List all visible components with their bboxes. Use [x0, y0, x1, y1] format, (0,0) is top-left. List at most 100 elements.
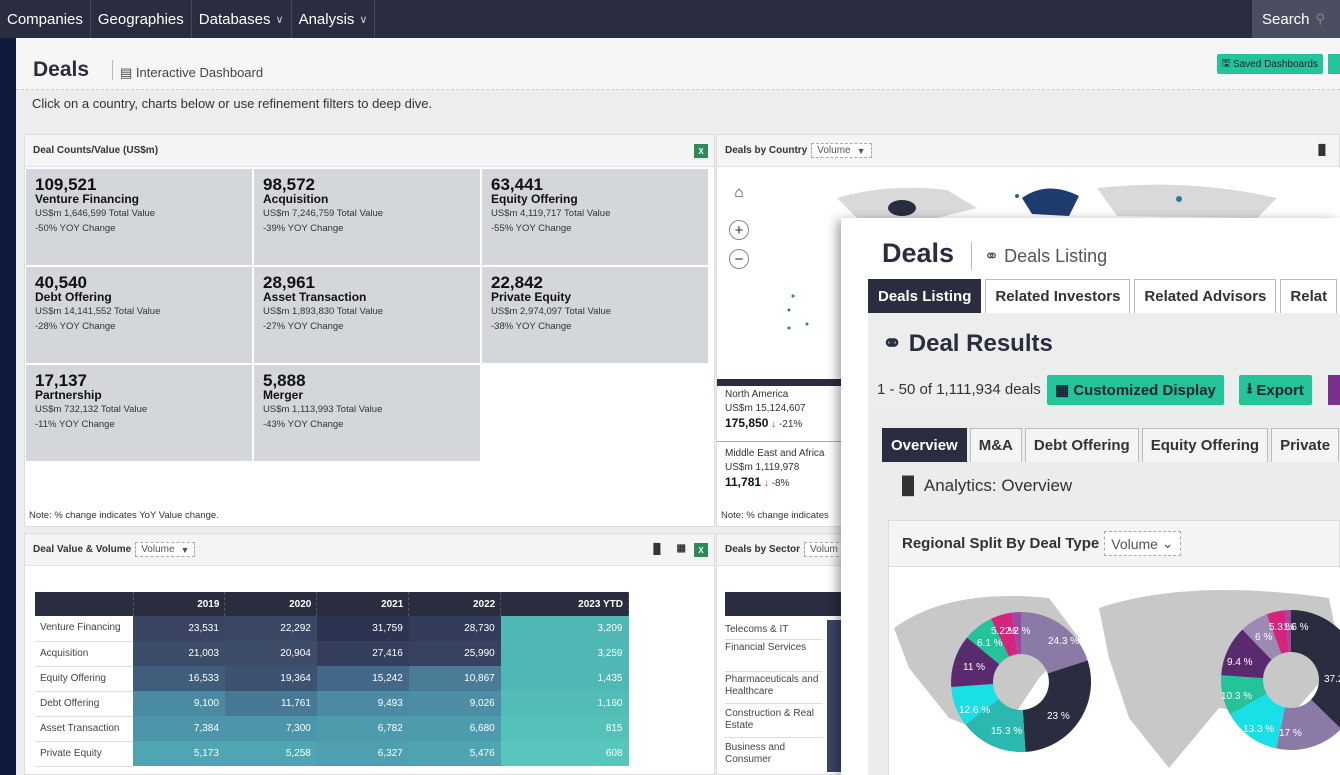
deal-results-text: Deal Results — [908, 330, 1053, 357]
column-header[interactable]: 2020 — [224, 592, 318, 616]
home-icon[interactable]: ⌂ — [729, 182, 749, 202]
column-header[interactable]: 2019 — [133, 592, 226, 616]
slice-label: 6 % — [1255, 632, 1272, 643]
table-header-row: 2019 2020 2021 2022 2023 YTD — [35, 592, 629, 616]
nav-analysis-label: Analysis — [298, 10, 355, 28]
tab-ma[interactable]: M&A — [969, 428, 1022, 462]
slice-label: 24.3 % — [1048, 636, 1079, 647]
deal-tile[interactable]: 28,961 Asset Transaction US$m 1,893,830 … — [254, 267, 480, 363]
sector-metric-dropdown[interactable]: Volum — [804, 542, 844, 557]
tile-value: US$m 732,132 Total Value — [35, 404, 148, 415]
deal-tile[interactable]: 98,572 Acquisition US$m 7,246,759 Total … — [254, 169, 480, 265]
nav-geographies-label: Geographies — [97, 10, 184, 28]
tile-type: Venture Financing — [35, 192, 140, 206]
tab-overview[interactable]: Overview — [882, 428, 967, 462]
nav-companies-label: Companies — [7, 10, 83, 28]
analytics-title-text: Analytics: Overview — [923, 476, 1073, 495]
page-header: Deals ▤ Interactive Dashboard 🖫 Saved Da… — [16, 38, 1340, 90]
regional-split-map[interactable]: 24.3 % 23 % 15.3 % 12.6 % 11 % 6.1 % 5.2… — [889, 568, 1340, 775]
tab-equity-offering[interactable]: Equity Offering — [1141, 428, 1269, 462]
cell-value: 16,533 — [133, 666, 225, 691]
table-row[interactable]: Debt Offering 9,100 11,761 9,493 9,026 1… — [35, 691, 629, 717]
column-header[interactable]: 2021 — [316, 592, 410, 616]
table-row[interactable]: Acquisition 21,003 20,904 27,416 25,990 … — [35, 641, 629, 667]
tab-private[interactable]: Private — [1271, 428, 1340, 462]
customized-display-button[interactable]: ▦ Customized Display — [1047, 375, 1224, 405]
value-volume-dropdown[interactable]: Volume ▼ — [135, 542, 196, 557]
deal-tile[interactable]: 17,137 Partnership US$m 732,132 Total Va… — [26, 365, 252, 461]
tile-count: 40,540 — [35, 273, 87, 292]
regional-split-title: Regional Split By Deal Type — [902, 535, 1100, 552]
download-icon: ⭳ — [1247, 379, 1257, 397]
deal-tile[interactable]: 5,888 Merger US$m 1,113,993 Total Value … — [254, 365, 480, 461]
nav-analysis[interactable]: Analysis ∨ — [292, 0, 376, 38]
nav-companies[interactable]: Companies — [0, 0, 91, 38]
bar-chart-icon[interactable]: ▐▌ — [1315, 145, 1329, 156]
row-label: Asset Transaction — [35, 716, 133, 742]
bar-chart-icon: ▐▌ — [896, 476, 924, 495]
tab-related-advisors[interactable]: Related Advisors — [1134, 279, 1277, 313]
column-header[interactable]: 2023 YTD — [500, 592, 629, 616]
table-row[interactable]: Private Equity 5,173 5,258 6,327 5,476 6… — [35, 741, 629, 767]
region-summary[interactable]: Middle East and Africa US$m 1,119,978 11… — [725, 447, 825, 491]
nav-geographies[interactable]: Geographies — [91, 0, 192, 38]
tile-change: -43% YOY Change — [263, 419, 344, 430]
zoom-in-button[interactable]: + — [729, 220, 749, 240]
cell-value: 22,292 — [224, 616, 317, 641]
tile-change: -55% YOY Change — [491, 223, 572, 234]
deal-tile[interactable]: 40,540 Debt Offering US$m 14,141,552 Tot… — [26, 267, 252, 363]
table-row[interactable]: Venture Financing 23,531 22,292 31,759 2… — [35, 616, 629, 642]
tile-change: -50% YOY Change — [35, 223, 116, 234]
column-header[interactable]: 2022 — [408, 592, 502, 616]
slice-label: 1.6 % — [1283, 622, 1309, 633]
cell-value: 7,300 — [224, 716, 317, 741]
deal-tile[interactable]: 22,842 Private Equity US$m 2,974,097 Tot… — [482, 267, 708, 363]
region-name: Middle East and Africa — [725, 448, 825, 459]
deal-counts-title: Deal Counts/Value (US$m) — [33, 145, 159, 156]
deal-tile[interactable]: 63,441 Equity Offering US$m 4,119,717 To… — [482, 169, 708, 265]
cell-value: 608 — [500, 741, 629, 766]
region-count: 175,850 — [725, 416, 769, 430]
more-actions-button[interactable] — [1328, 375, 1340, 405]
row-label: Private Equity — [35, 741, 133, 767]
tile-count: 98,572 — [263, 175, 315, 194]
export-dashboard-button[interactable] — [1328, 54, 1340, 74]
tab-related-more[interactable]: Relat — [1280, 279, 1338, 313]
search-button[interactable]: Search ⚲ — [1252, 0, 1340, 38]
region-summary[interactable]: North America US$m 15,124,607 175,850 ↓ … — [725, 388, 806, 432]
sector-row-label[interactable]: Construction & Real Estate — [725, 708, 823, 738]
saved-dashboards-button[interactable]: 🖫 Saved Dashboards — [1216, 54, 1323, 74]
nav-databases-label: Databases — [198, 10, 271, 28]
nav-databases[interactable]: Databases ∨ — [192, 0, 292, 38]
sector-row-label[interactable]: Pharmaceuticals and Healthcare — [725, 674, 823, 704]
zoom-out-button[interactable]: − — [729, 249, 749, 269]
dashboard-icon: ▤ — [120, 65, 136, 80]
excel-export-icon[interactable]: X — [694, 144, 708, 158]
sector-row-label[interactable]: Telecoms & IT — [725, 620, 823, 640]
instruction-text: Click on a country, charts below or use … — [32, 96, 433, 111]
table-icon[interactable]: ▦ — [677, 543, 686, 554]
slice-label: 12.6 % — [959, 705, 990, 716]
tile-type: Asset Transaction — [263, 290, 367, 304]
tab-deals-listing[interactable]: Deals Listing — [868, 279, 982, 313]
table-row[interactable]: Equity Offering 16,533 19,364 15,242 10,… — [35, 666, 629, 692]
left-strip — [0, 38, 4, 775]
tab-debt-offering[interactable]: Debt Offering — [1024, 428, 1139, 462]
tile-type: Private Equity — [491, 290, 572, 304]
sector-table-header — [725, 592, 841, 616]
cell-value: 28,730 — [408, 616, 501, 641]
cell-value: 31,759 — [316, 616, 409, 641]
bar-chart-icon[interactable]: ▐▌ — [650, 544, 664, 555]
sector-row-label[interactable]: Business and Consumer — [725, 742, 823, 772]
sector-row-label[interactable]: Financial Services — [725, 642, 823, 672]
chevron-down-icon: ▼ — [856, 145, 866, 156]
export-button[interactable]: ⭳ Export — [1239, 375, 1312, 405]
deal-tile[interactable]: 109,521 Venture Financing US$m 1,646,599… — [26, 169, 252, 265]
excel-export-icon[interactable]: X — [694, 543, 708, 557]
regional-metric-dropdown[interactable]: Volume ⌄ — [1104, 531, 1181, 556]
tile-count: 63,441 — [491, 175, 543, 194]
country-metric-dropdown[interactable]: Volume ▼ — [811, 143, 872, 158]
table-row[interactable]: Asset Transaction 7,384 7,300 6,782 6,68… — [35, 716, 629, 742]
arrow-down-icon: ↓ — [763, 478, 769, 489]
tab-related-investors[interactable]: Related Investors — [985, 279, 1131, 313]
